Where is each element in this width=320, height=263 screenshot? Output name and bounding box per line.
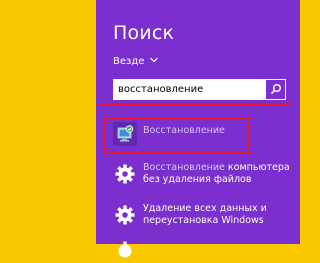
result-partial[interactable] xyxy=(113,239,137,263)
gear-icon xyxy=(113,162,137,186)
search-button[interactable] xyxy=(266,80,285,99)
desktop-background xyxy=(0,0,96,244)
result-refresh-pc-label: Восстановление компьютера без удаления ф… xyxy=(143,162,290,185)
search-icon xyxy=(270,80,282,99)
search-charm-panel: Поиск Везде восстановление Восстановлени… xyxy=(96,0,300,258)
gear-icon xyxy=(113,203,137,227)
chevron-down-icon xyxy=(150,57,159,66)
recovery-icon xyxy=(113,122,137,146)
result-refresh-pc[interactable]: Восстановление компьютера без удаления ф… xyxy=(113,162,290,186)
result-reset-pc[interactable]: Удаление всех данных и переустановка Win… xyxy=(113,203,267,227)
result-recovery[interactable]: Восстановление xyxy=(113,122,225,146)
search-input[interactable] xyxy=(114,80,266,99)
charm-title: Поиск xyxy=(113,22,175,44)
result-recovery-label: Восстановление xyxy=(143,125,225,136)
gear-icon xyxy=(113,239,137,263)
result-reset-pc-label: Удаление всех данных и переустановка Win… xyxy=(143,203,267,226)
search-scope-dropdown[interactable]: Везде xyxy=(113,56,159,67)
search-box xyxy=(113,79,286,100)
search-scope-label: Везде xyxy=(113,56,145,67)
annotation-underline xyxy=(99,103,291,106)
